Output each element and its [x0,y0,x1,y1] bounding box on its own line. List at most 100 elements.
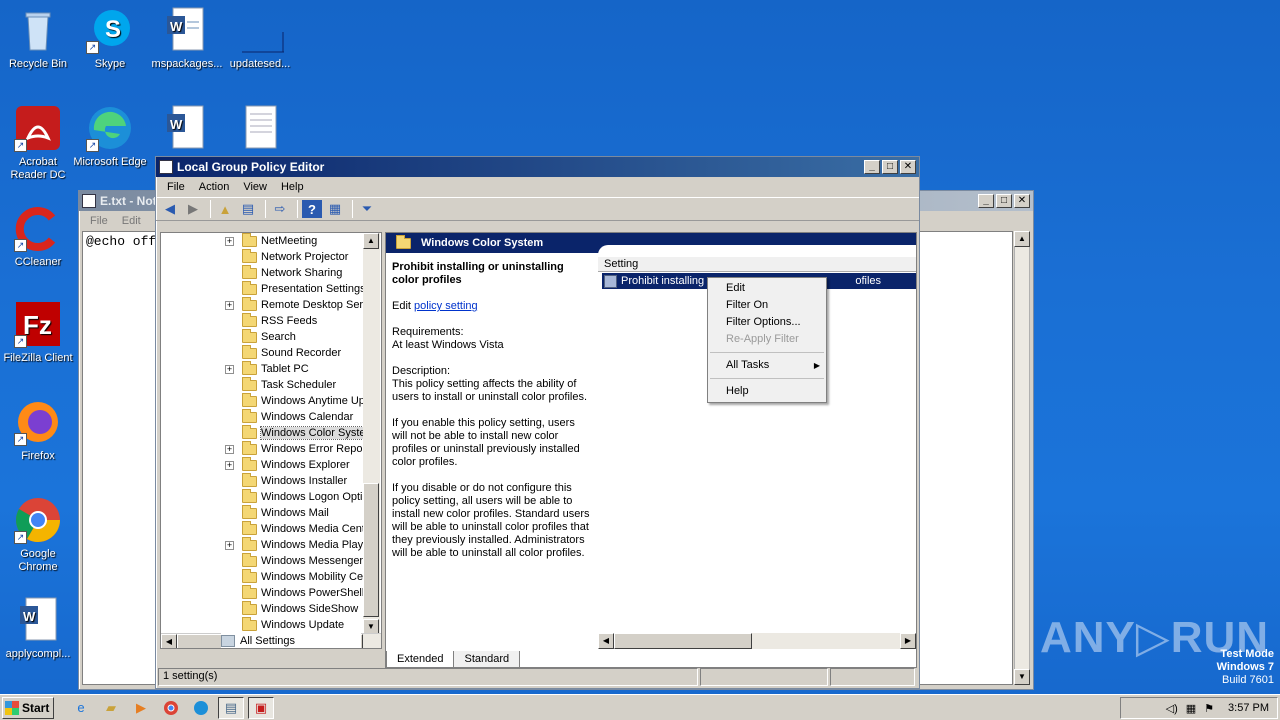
tree-item[interactable]: Windows Mobility Cen [225,568,369,585]
desktop-icon-filezilla[interactable]: Fz ↗ FileZilla Client [0,300,76,365]
clock[interactable]: 3:57 PM [1228,702,1269,714]
properties-icon[interactable]: ▦ [325,200,345,218]
tree-vertical-scrollbar[interactable]: ▲ ▼ [363,233,380,635]
tree-item[interactable]: Windows PowerShell [225,584,364,601]
desktop-icon-recycle-bin[interactable]: Recycle Bin [0,6,76,71]
filter-icon[interactable]: ⏷ [357,200,377,218]
context-menu-all-tasks[interactable]: All Tasks ▶ [708,357,826,374]
gpe-taskbar-icon[interactable]: ▣ [248,696,274,719]
tree-item[interactable]: Search [225,328,296,345]
tree-item[interactable]: + Windows Media Playe [225,536,369,553]
start-button[interactable]: Start [2,696,54,719]
expand-icon[interactable]: + [225,444,234,454]
tree-item[interactable]: Network Sharing [225,264,342,281]
scroll-up-icon[interactable]: ▲ [1014,231,1030,247]
tree-item[interactable]: Windows Media Cente [225,520,371,537]
desktop-icon-chrome[interactable]: ↗ Google Chrome [0,496,76,574]
context-menu-filter-on[interactable]: Filter On [708,297,826,314]
desktop-icon-acrobat[interactable]: ↗ Acrobat Reader DC [0,104,76,182]
ie-icon[interactable]: e [68,697,94,719]
notepad-taskbar-icon[interactable]: ▤ [218,696,244,719]
network-icon[interactable]: ▦ [1186,702,1196,715]
context-menu-filter-options[interactable]: Filter Options... [708,314,826,331]
menu-help[interactable]: Help [274,181,311,193]
scroll-thumb[interactable] [614,633,752,649]
tree-item[interactable]: + Tablet PC [225,360,309,377]
desktop-icon-updatesed[interactable]: updatesed... [222,6,298,71]
expand-icon[interactable]: + [225,460,234,470]
forward-icon[interactable]: ▶ [183,200,203,218]
tree-item[interactable]: + NetMeeting [225,233,317,249]
tree-item[interactable]: + Windows Error Report [225,440,369,457]
tree-item[interactable]: Windows Mail [225,504,329,521]
gpe-window[interactable]: Local Group Policy Editor _ □ ✕ File Act… [155,156,920,689]
menu-file[interactable]: File [83,215,115,227]
desktop-icon-word-doc[interactable]: W [149,104,225,156]
maximize-button[interactable]: □ [882,160,898,174]
tree-item[interactable]: Windows Update [225,616,344,633]
up-folder-icon[interactable]: ▲ [215,200,235,218]
tree-item[interactable]: Windows Calendar [225,408,353,425]
tree-item[interactable]: Windows Installer [225,472,347,489]
tree-item[interactable]: Windows SideShow [225,600,358,617]
tab-standard[interactable]: Standard [453,651,521,667]
tree-item-all-settings[interactable]: All Settings [221,633,361,648]
menu-view[interactable]: View [236,181,274,193]
close-button[interactable]: ✕ [900,160,916,174]
tree-item[interactable]: Presentation Settings [225,280,366,297]
tree-item[interactable]: Windows Color Syster [225,424,371,441]
tab-extended[interactable]: Extended [386,651,455,667]
tree-item[interactable]: Network Projector [225,248,348,265]
expand-icon[interactable]: + [225,236,234,246]
volume-icon[interactable]: ◁) [1166,702,1178,715]
menu-file[interactable]: File [160,181,192,193]
scroll-left-icon[interactable]: ◀ [161,634,177,648]
close-button[interactable]: ✕ [1014,194,1030,208]
notepad-vertical-scrollbar[interactable]: ▲ ▼ [1014,231,1030,685]
desktop-icon-mspackages[interactable]: W mspackages... [149,6,225,71]
maximize-button[interactable]: □ [996,194,1012,208]
show-hide-tree-icon[interactable]: ▤ [238,200,258,218]
explorer-icon[interactable]: ▰ [98,697,124,719]
column-header-setting[interactable]: Setting [598,257,916,272]
menu-action[interactable]: Action [192,181,237,193]
tree-item[interactable]: Windows Anytime Upc [225,392,370,409]
tree-item[interactable]: Windows Logon Optio [225,488,369,505]
scroll-thumb[interactable] [363,483,379,617]
minimize-button[interactable]: _ [978,194,994,208]
tree-item[interactable]: Sound Recorder [225,344,341,361]
flag-icon[interactable]: ⚑ [1204,702,1214,715]
expand-icon[interactable]: + [225,540,234,550]
edge-taskbar-icon[interactable] [188,697,214,719]
desktop-icon-edge[interactable]: ↗ Microsoft Edge [72,104,148,169]
tree-item[interactable]: Windows Messenger [225,552,363,569]
media-player-icon[interactable]: ▶ [128,697,154,719]
context-menu-edit[interactable]: Edit [708,280,826,297]
desktop-icon-firefox[interactable]: ↗ Firefox [0,398,76,463]
scroll-left-icon[interactable]: ◀ [598,633,614,649]
tree-item[interactable]: + Windows Explorer [225,456,350,473]
tree-item[interactable]: Task Scheduler [225,376,336,393]
gpe-titlebar[interactable]: Local Group Policy Editor _ □ ✕ [156,157,919,177]
chrome-taskbar-icon[interactable] [158,697,184,719]
tree-item[interactable]: RSS Feeds [225,312,317,329]
expand-icon[interactable]: + [225,300,234,310]
export-list-icon[interactable]: ⇨ [270,200,290,218]
expand-icon[interactable]: + [225,364,234,374]
back-icon[interactable]: ◀ [160,200,180,218]
help-icon[interactable]: ? [302,200,322,218]
desktop-icon-skype[interactable]: S ↗ Skype [72,6,148,71]
menu-edit[interactable]: Edit [115,215,148,227]
desktop-icon-applycompl[interactable]: W applycompl... [0,596,76,661]
tree-item[interactable]: + Remote Desktop Serv [225,296,369,313]
desktop-icon-ccleaner[interactable]: ↗ CCleaner [0,204,76,269]
scroll-up-icon[interactable]: ▲ [363,233,379,249]
tree-pane[interactable]: + NetMeeting Network Projector Network Shar… [160,232,382,649]
desktop-icon-text-doc[interactable] [222,104,298,156]
list-horizontal-scrollbar[interactable]: ◀ ▶ [598,633,916,649]
minimize-button[interactable]: _ [864,160,880,174]
context-menu-help[interactable]: Help [708,383,826,400]
edit-policy-link[interactable]: policy setting [414,300,478,312]
scroll-right-icon[interactable]: ▶ [900,633,916,649]
scroll-down-icon[interactable]: ▼ [1014,669,1030,685]
